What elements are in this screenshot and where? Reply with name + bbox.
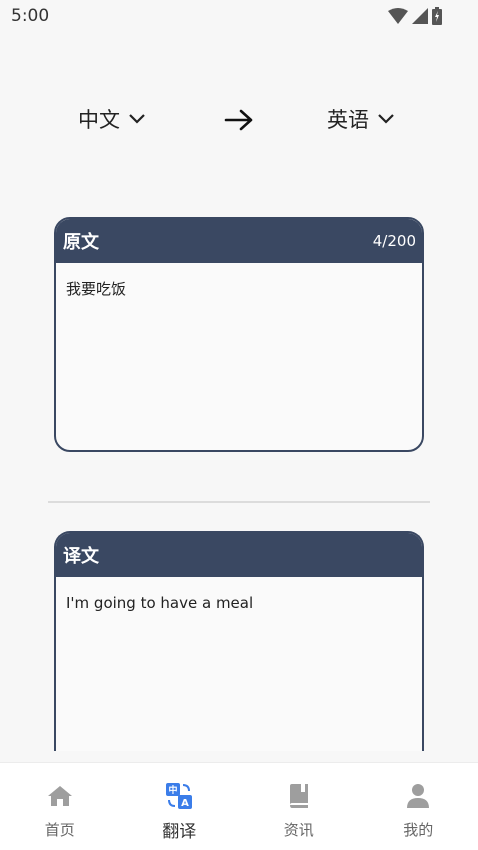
- nav-item-news[interactable]: 资讯: [239, 763, 359, 850]
- chevron-down-icon: [377, 110, 395, 129]
- status-bar: 5:00: [0, 0, 478, 32]
- status-time: 5:00: [11, 6, 50, 26]
- language-selector-row: 中文 英语: [0, 104, 478, 140]
- nav-item-translate[interactable]: 中 A 翻译: [120, 763, 240, 850]
- arrow-right-icon[interactable]: [224, 108, 254, 136]
- status-icons: [388, 7, 442, 25]
- nav-item-home[interactable]: 首页: [0, 763, 120, 850]
- nav-item-profile[interactable]: 我的: [359, 763, 478, 850]
- nav-label-translate: 翻译: [162, 822, 197, 842]
- target-language-select[interactable]: 英语: [327, 104, 395, 134]
- char-counter: 4/200: [372, 232, 416, 250]
- book-icon: [288, 783, 310, 809]
- source-language-select[interactable]: 中文: [78, 104, 146, 134]
- source-card: 原文 4/200 我要吃饭: [54, 217, 424, 452]
- target-language-label: 英语: [327, 108, 369, 132]
- target-card-header: 译文: [56, 533, 422, 577]
- svg-text:中: 中: [169, 784, 178, 796]
- person-icon: [407, 783, 430, 809]
- source-language-label: 中文: [78, 108, 120, 132]
- translate-icon: 中 A: [166, 783, 193, 809]
- battery-icon: [432, 7, 442, 25]
- bottom-nav: 首页 中 A 翻译 资讯 我的: [0, 762, 478, 850]
- source-card-body: 我要吃饭: [56, 263, 422, 450]
- divider: [48, 501, 430, 503]
- home-icon: [47, 783, 73, 809]
- source-text-input[interactable]: 我要吃饭: [66, 279, 412, 449]
- svg-text:A: A: [181, 798, 189, 809]
- source-card-header: 原文 4/200: [56, 219, 422, 263]
- signal-icon: [412, 8, 428, 24]
- target-card-title: 译文: [63, 546, 99, 567]
- chevron-down-icon: [128, 110, 146, 129]
- target-card: 译文 I'm going to have a meal: [54, 531, 424, 751]
- target-card-body: I'm going to have a meal: [56, 577, 422, 629]
- translate-screen: 5:00 中文 英语 原文 4/200 我要吃饭 译文 I'm going to…: [0, 0, 478, 850]
- source-card-title: 原文: [63, 232, 99, 253]
- translated-text: I'm going to have a meal: [66, 594, 254, 612]
- nav-label-profile: 我的: [403, 821, 434, 839]
- wifi-icon: [388, 8, 408, 24]
- nav-label-news: 资讯: [283, 821, 314, 839]
- nav-label-home: 首页: [44, 821, 75, 839]
